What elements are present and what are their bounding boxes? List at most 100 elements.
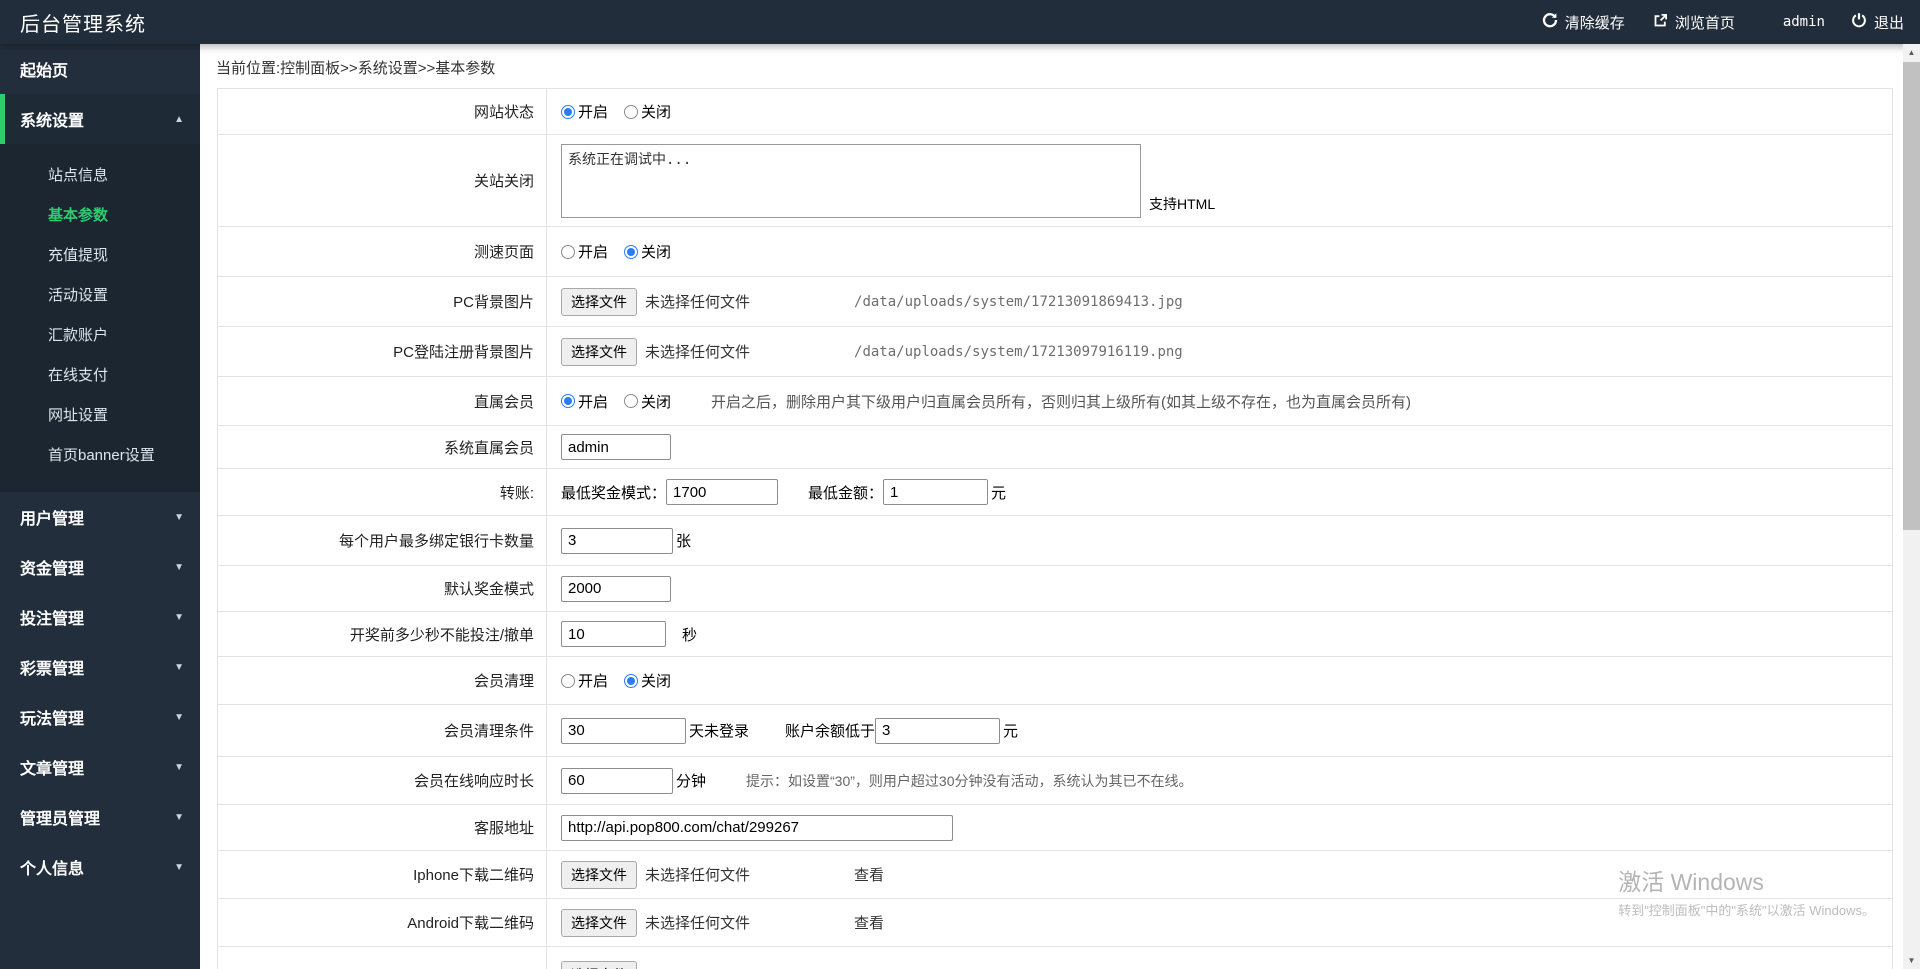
direct-member-on-radio[interactable]	[561, 394, 575, 408]
member-clean-off-radio[interactable]	[624, 673, 639, 688]
close-site-notice-textarea[interactable]: 系统正在调试中...	[561, 143, 1141, 218]
field-label	[218, 947, 546, 969]
top-header: 后台管理系统 清除缓存 浏览首页 admin 退出	[0, 0, 1920, 44]
no-file-text: 未选择任何文件	[645, 294, 751, 311]
iphone-qr-view-link[interactable]: 查看	[854, 864, 884, 885]
sidebar: 起始页 系统设置 ▲ 站点信息 基本参数 充值提现 活动设置 汇款账户 在线支付…	[0, 44, 200, 969]
row-member-clean: 会员清理 开启 关闭	[218, 657, 1892, 705]
submenu-item-banner-settings[interactable]: 首页banner设置	[0, 436, 200, 476]
refresh-icon	[1542, 12, 1558, 32]
direct-member-note: 开启之后，删除用户其下级用户归直属会员所有，否则归其上级所有(如其上级不存在，也…	[711, 393, 1412, 411]
seconds-unit: 秒	[682, 626, 698, 644]
field-label: 默认奖金模式	[443, 581, 534, 598]
pc-bg-choose-file-button[interactable]: 选择文件	[561, 287, 637, 316]
submenu-item-basic-params[interactable]: 基本参数	[0, 196, 200, 236]
vertical-scrollbar[interactable]: ▲ ▼	[1903, 44, 1920, 969]
row-pc-login-background: PC登陆注册背景图片 选择文件 未选择任何文件 /data/uploads/sy…	[218, 327, 1892, 377]
row-system-direct-member: 系统直属会员	[218, 426, 1892, 469]
max-bank-cards-input[interactable]	[561, 527, 673, 554]
no-file-text: 未选择任何文件	[645, 344, 751, 361]
sidebar-item-funds-mgmt[interactable]: 资金管理 ▼	[0, 542, 200, 592]
speed-page-on-radio[interactable]	[561, 244, 575, 259]
min-amount-label: 最低金额：	[808, 484, 884, 502]
sidebar-item-play-mgmt[interactable]: 玩法管理 ▼	[0, 692, 200, 742]
site-status-on-radio[interactable]	[561, 104, 575, 119]
row-bet-cutoff-seconds: 开奖前多少秒不能投注/撤单 秒	[218, 612, 1892, 657]
logout-button[interactable]: 退出	[1851, 12, 1904, 33]
clean-days-input[interactable]	[561, 717, 686, 744]
chevron-down-icon: ▼	[174, 711, 184, 723]
row-max-bank-cards: 每个用户最多绑定银行卡数量 张	[218, 516, 1892, 566]
row-speed-page: 测速页面 开启 关闭	[218, 227, 1892, 277]
site-status-off-radio[interactable]	[624, 104, 639, 119]
chevron-down-icon: ▼	[174, 811, 184, 823]
chevron-down-icon: ▼	[174, 561, 184, 573]
field-label: Android下载二维码	[407, 915, 534, 932]
online-timeout-input[interactable]	[561, 767, 673, 794]
chevron-up-icon: ▲	[174, 113, 184, 125]
browse-home-button[interactable]: 浏览首页	[1653, 12, 1735, 33]
username-label: admin	[1782, 14, 1825, 30]
member-clean-on-radio[interactable]	[561, 673, 575, 688]
choose-file-button[interactable]: 选择文件	[561, 961, 637, 969]
submenu-item-online-pay[interactable]: 在线支付	[0, 356, 200, 396]
android-qr-view-link[interactable]: 查看	[854, 912, 884, 933]
sidebar-item-home[interactable]: 起始页	[0, 44, 200, 94]
service-url-input[interactable]	[561, 814, 953, 841]
app-title: 后台管理系统	[20, 13, 146, 36]
chevron-down-icon: ▼	[174, 511, 184, 523]
android-qr-choose-file-button[interactable]: 选择文件	[561, 908, 637, 937]
min-bonus-label: 最低奖金模式：	[561, 484, 667, 502]
sidebar-item-article-mgmt[interactable]: 文章管理 ▼	[0, 742, 200, 792]
iphone-qr-choose-file-button[interactable]: 选择文件	[561, 860, 637, 889]
system-settings-submenu: 站点信息 基本参数 充值提现 活动设置 汇款账户 在线支付 网址设置 首页ban…	[0, 144, 200, 492]
html-support-note: 支持HTML	[1149, 196, 1216, 212]
sidebar-item-bet-mgmt[interactable]: 投注管理 ▼	[0, 592, 200, 642]
balance-below-input[interactable]	[875, 717, 1001, 744]
field-label: 转账:	[499, 484, 534, 502]
submenu-item-activity[interactable]: 活动设置	[0, 276, 200, 316]
pc-login-bg-choose-file-button[interactable]: 选择文件	[561, 337, 637, 366]
breadcrumb: 当前位置:控制面板>>系统设置>>基本参数	[216, 60, 496, 77]
sidebar-item-system-settings[interactable]: 系统设置 ▲	[0, 94, 200, 144]
scroll-down-arrow[interactable]: ▼	[1903, 952, 1920, 969]
balance-below-label: 账户余额低于	[785, 723, 876, 740]
chevron-down-icon: ▼	[174, 611, 184, 623]
min-bonus-input[interactable]	[666, 479, 779, 505]
field-label: 每个用户最多绑定银行卡数量	[338, 533, 534, 550]
row-partial: 选择文件	[218, 947, 1892, 969]
field-label: PC登陆注册背景图片	[393, 344, 534, 361]
field-label: 会员清理	[473, 673, 534, 690]
row-default-bonus-mode: 默认奖金模式	[218, 566, 1892, 612]
header-actions: 清除缓存 浏览首页 admin 退出	[1542, 12, 1904, 33]
sidebar-item-admin-mgmt[interactable]: 管理员管理 ▼	[0, 792, 200, 842]
field-label: Iphone下载二维码	[413, 867, 534, 884]
speed-page-off-radio[interactable]	[624, 244, 639, 259]
sidebar-item-lottery-mgmt[interactable]: 彩票管理 ▼	[0, 642, 200, 692]
pc-login-bg-file-path: /data/uploads/system/17213097916119.png	[854, 343, 1183, 360]
submenu-item-recharge-withdraw[interactable]: 充值提现	[0, 236, 200, 276]
min-amount-input[interactable]	[883, 479, 989, 505]
submenu-item-url-settings[interactable]: 网址设置	[0, 396, 200, 436]
scrollbar-thumb[interactable]	[1903, 62, 1920, 530]
direct-member-off-radio[interactable]	[624, 394, 639, 408]
scroll-up-arrow[interactable]: ▲	[1903, 44, 1920, 61]
sidebar-item-user-mgmt[interactable]: 用户管理 ▼	[0, 492, 200, 542]
no-file-text: 未选择任何文件	[645, 915, 751, 932]
chevron-down-icon: ▼	[174, 661, 184, 673]
system-direct-member-input[interactable]	[561, 434, 671, 460]
default-bonus-input[interactable]	[561, 575, 671, 602]
submenu-item-remit-account[interactable]: 汇款账户	[0, 316, 200, 356]
row-close-site-notice: 关站关闭 系统正在调试中... 支持HTML	[218, 135, 1892, 227]
bet-cutoff-input[interactable]	[561, 621, 666, 647]
settings-form: 网站状态 开启 关闭 关站关闭 系统正在调试中... 支持HTML 测速页面 开…	[217, 88, 1893, 969]
field-label: 直属会员	[473, 393, 534, 411]
sidebar-item-personal-info[interactable]: 个人信息 ▼	[0, 842, 200, 892]
main-content: 当前位置:控制面板>>系统设置>>基本参数 网站状态 开启 关闭 关站关闭 系统…	[200, 44, 1903, 969]
zhang-unit: 张	[676, 533, 692, 550]
yuan-unit: 元	[1003, 723, 1019, 740]
submenu-item-site-info[interactable]: 站点信息	[0, 156, 200, 196]
clear-cache-button[interactable]: 清除缓存	[1542, 12, 1625, 33]
field-label: 系统直属会员	[443, 439, 534, 457]
field-label: 开奖前多少秒不能投注/撤单	[349, 626, 534, 644]
